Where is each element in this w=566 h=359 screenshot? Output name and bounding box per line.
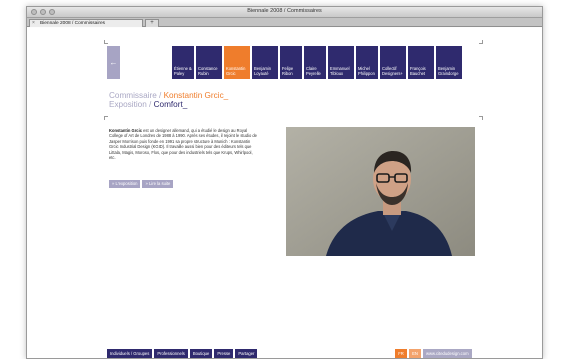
action-buttons: » L'exposition » Lire la suite <box>109 180 174 188</box>
window-title: Biennale 2008 / Commissaires <box>247 8 322 14</box>
nav-item-konstantin-grcic[interactable]: Konstantin Grcic <box>224 46 250 79</box>
tab-bar: × Biennale 2008 / Commissaires + <box>27 18 542 27</box>
crop-mark <box>479 40 483 44</box>
nav-item-collectif-designers[interactable]: Collectif Designers+ <box>380 46 406 79</box>
lang-fr-button[interactable]: FR <box>395 349 407 358</box>
nav-item-claire-peyrelle[interactable]: Claire Peyrelle <box>304 46 326 79</box>
tab-close-icon[interactable]: × <box>32 20 35 27</box>
portrait-image <box>286 127 475 256</box>
back-arrow-button[interactable]: ← <box>107 46 120 79</box>
new-tab-button[interactable]: + <box>145 19 159 27</box>
exposition-button[interactable]: » L'exposition <box>109 180 141 188</box>
commissaires-nav: Étienne & Paley Constance Rubin Konstant… <box>172 46 462 79</box>
site-link[interactable]: www.citedudesign.com <box>423 349 472 358</box>
read-more-button[interactable]: » Lire la suite <box>142 180 174 188</box>
nav-item-constance-rubin[interactable]: Constance Rubin <box>196 46 222 79</box>
exposition-prefix: Exposition / <box>109 100 154 110</box>
exposition-line: Exposition / Comfort_ <box>109 100 228 109</box>
footer-professionnels[interactable]: Professionnels <box>154 349 188 358</box>
crop-mark <box>104 40 108 44</box>
browser-tab[interactable]: × Biennale 2008 / Commissaires <box>29 19 143 27</box>
nav-item-benjamin-graindorge[interactable]: Benjamin Graindorge <box>436 46 462 79</box>
portrait-photo <box>286 127 475 256</box>
biography-name: Konstantin Grcic <box>109 128 142 133</box>
tab-label: Biennale 2008 / Commissaires <box>40 21 106 26</box>
nav-item-benjamin-loyaute[interactable]: Benjamin Loyauté <box>252 46 278 79</box>
exposition-name: Comfort_ <box>153 100 188 110</box>
nav-item-emmanuel-tibloux[interactable]: Emmanuel Tibloux <box>328 46 354 79</box>
crop-mark <box>104 116 108 120</box>
commissaire-name: Konstantin Grcic_ <box>163 91 229 100</box>
nav-item-felipe-ribon[interactable]: Felipe Ribon <box>280 46 302 79</box>
biography-body: est un designer allemand, qui a étudié l… <box>109 128 257 161</box>
nav-item-etienne-paley[interactable]: Étienne & Paley <box>172 46 194 79</box>
biography-text: Konstantin Grcic est un designer alleman… <box>109 128 259 160</box>
footer-boutique[interactable]: Boutique <box>189 349 213 358</box>
page-content: ← Étienne & Paley Constance Rubin Konsta… <box>27 28 542 358</box>
lang-en-button[interactable]: EN <box>409 349 421 358</box>
page-heading: Commissaire / Konstantin Grcic_ Expositi… <box>109 91 228 109</box>
footer-individuels-groupes[interactable]: Individuels / Groupes <box>107 349 153 358</box>
nav-item-francois-bauchet[interactable]: François Bauchet <box>408 46 434 79</box>
footer-partager[interactable]: Partager <box>235 349 258 358</box>
footer-presse[interactable]: Presse <box>214 349 234 358</box>
title-bar: Biennale 2008 / Commissaires <box>27 7 542 18</box>
crop-mark <box>479 116 483 120</box>
footer-nav: Individuels / Groupes Professionnels Bou… <box>107 349 258 358</box>
nav-item-michel-philippon[interactable]: Michel Philippon <box>356 46 378 79</box>
commissaire-prefix: Commissaire / <box>109 91 164 100</box>
browser-window: Biennale 2008 / Commissaires × Biennale … <box>26 6 543 359</box>
footer-right: FR EN www.citedudesign.com <box>395 349 472 358</box>
commissaire-line: Commissaire / Konstantin Grcic_ <box>109 91 228 100</box>
